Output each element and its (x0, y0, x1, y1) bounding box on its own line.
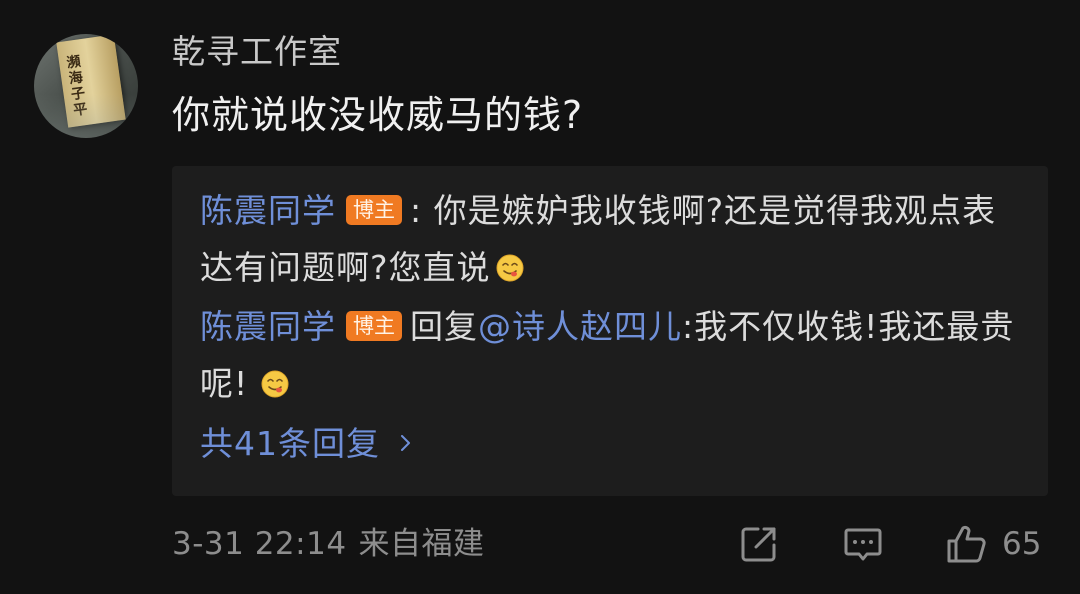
reply-item[interactable]: 陈震同学 博主: 你是嫉妒我收钱啊?还是觉得我观点表达有问题啊?您直说 (200, 182, 1030, 296)
share-button[interactable] (738, 520, 780, 568)
timestamp: 3-31 22:14 (172, 526, 347, 562)
more-replies-label: 共41条回复 (200, 424, 380, 463)
reply-box[interactable]: 陈震同学 博主: 你是嫉妒我收钱啊?还是觉得我观点表达有问题啊?您直说 陈震同学博… (172, 166, 1048, 496)
reply-item[interactable]: 陈震同学 博主 回复@诗人赵四儿:我不仅收钱!我还最贵呢! (200, 298, 1030, 412)
location: 来自福建 (358, 526, 485, 562)
like-count: 65 (1002, 526, 1042, 562)
reply-author-name[interactable]: 陈震同学 (200, 191, 336, 230)
comment-username[interactable]: 乾寻工作室 (172, 32, 342, 72)
thumbs-up-icon (947, 525, 986, 563)
reply-mention-link[interactable]: @诗人赵四儿 (478, 307, 682, 346)
yum-face-emoji-icon (496, 254, 524, 282)
chevron-right-icon (401, 435, 410, 451)
avatar[interactable]: 瀕海子平 (34, 34, 138, 138)
comment-text: 你就说收没收威马的钱? (172, 93, 584, 137)
view-all-replies-link[interactable]: 共41条回复 (200, 422, 414, 466)
reply-prefix: 回复 (410, 307, 478, 346)
reply-author-name[interactable]: 陈震同学 (200, 307, 336, 346)
comment-icon (844, 528, 882, 561)
comment-button[interactable] (842, 520, 884, 568)
author-badge: 博主 (346, 195, 402, 225)
comment-card: 瀕海子平 乾寻工作室 你就说收没收威马的钱? 陈震同学 博主: 你是嫉妒我收钱啊?… (0, 0, 1080, 594)
yum-face-emoji-icon (261, 370, 289, 398)
comment-meta: 3-31 22:14 来自福建 (172, 524, 485, 564)
author-badge: 博主 (346, 311, 402, 341)
like-button[interactable]: 65 (944, 520, 1041, 568)
reply-separator: : (410, 191, 423, 230)
share-icon (741, 527, 776, 562)
